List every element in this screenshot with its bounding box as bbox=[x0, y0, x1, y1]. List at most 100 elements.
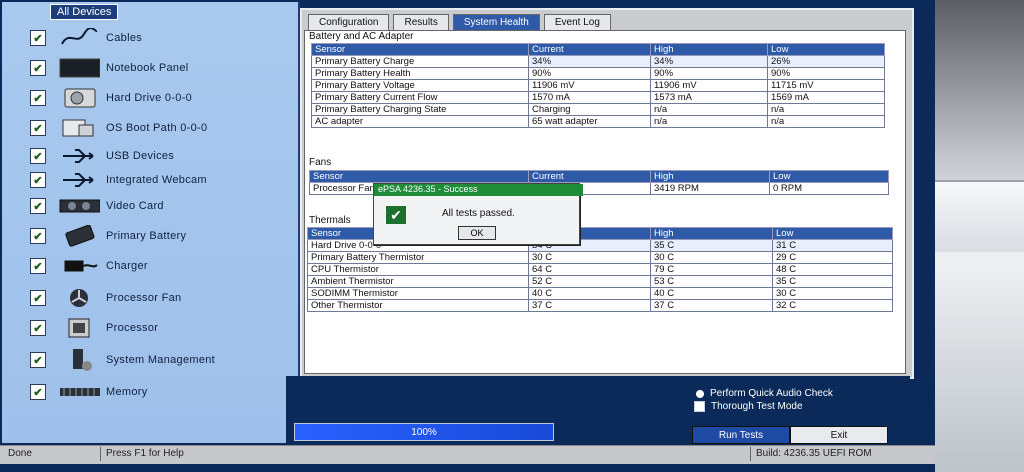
sidebar-item-label: Processor Fan bbox=[106, 292, 182, 304]
table-cell: 90% bbox=[528, 67, 651, 80]
sidebar-item-hard-drive[interactable]: ✔ Hard Drive 0-0-0 bbox=[2, 84, 298, 112]
table-row: Primary Battery Charge 34% 34% 26% bbox=[311, 55, 885, 68]
table-cell: 29 C bbox=[772, 251, 893, 264]
battery-section-title: Battery and AC Adapter bbox=[309, 31, 414, 42]
table-cell: Ambient Thermistor bbox=[307, 275, 529, 288]
table-cell: n/a bbox=[650, 115, 768, 128]
table-cell: 32 C bbox=[772, 299, 893, 312]
checkbox[interactable]: ✔ bbox=[30, 198, 46, 214]
help-text: Press F1 for Help bbox=[106, 448, 184, 459]
sidebar-item-processor[interactable]: ✔ Processor bbox=[2, 314, 298, 342]
boot-path-icon bbox=[58, 117, 100, 139]
charger-icon bbox=[58, 255, 100, 277]
success-dialog: ePSA 4236.35 - Success ✔ All tests passe… bbox=[373, 183, 583, 245]
table-cell: 0 RPM bbox=[769, 182, 889, 195]
status-text: Done bbox=[8, 448, 32, 459]
table-cell: Primary Battery Current Flow bbox=[311, 91, 529, 104]
tab-results[interactable]: Results bbox=[393, 14, 449, 30]
table-cell: 37 C bbox=[650, 299, 773, 312]
table-cell: 11906 mV bbox=[650, 79, 768, 92]
exit-button[interactable]: Exit bbox=[790, 426, 888, 444]
checkbox[interactable]: ✔ bbox=[30, 30, 46, 46]
tab-configuration[interactable]: Configuration bbox=[308, 14, 390, 30]
table-cell: n/a bbox=[767, 115, 885, 128]
table-cell: Charging bbox=[528, 103, 651, 116]
table-row: Other Thermistor 37 C 37 C 32 C bbox=[307, 299, 893, 312]
table-cell: Primary Battery Charge bbox=[311, 55, 529, 68]
sidebar-item-memory[interactable]: ✔ Memory bbox=[2, 378, 298, 406]
checkbox[interactable]: ✔ bbox=[30, 258, 46, 274]
tab-system-health[interactable]: System Health bbox=[452, 14, 540, 30]
dialog-title: ePSA 4236.35 - Success bbox=[374, 184, 583, 196]
table-cell: n/a bbox=[650, 103, 768, 116]
table-cell: 3419 RPM bbox=[650, 182, 770, 195]
table-cell: CPU Thermistor bbox=[307, 263, 529, 276]
tab-event-log[interactable]: Event Log bbox=[543, 14, 611, 30]
check-icon: ✔ bbox=[386, 206, 406, 224]
hard-drive-icon bbox=[58, 87, 100, 109]
diagnostics-screen: All Devices ✔ Cables ✔ Notebook Panel ✔ … bbox=[0, 0, 935, 472]
sidebar-item-cables[interactable]: ✔ Cables bbox=[2, 24, 298, 52]
sidebar-item-processor-fan[interactable]: ✔ Processor Fan bbox=[2, 284, 298, 312]
checkbox[interactable]: ✔ bbox=[30, 172, 46, 188]
ok-button[interactable]: OK bbox=[458, 226, 496, 240]
checkbox[interactable]: ✔ bbox=[30, 90, 46, 106]
table-cell: 30 C bbox=[772, 287, 893, 300]
radio-button[interactable] bbox=[696, 389, 704, 398]
fan-icon bbox=[58, 287, 100, 309]
progress-label: 100% bbox=[411, 426, 437, 438]
build-info: Build: 4236.35 UEFI ROM bbox=[756, 448, 872, 459]
status-divider bbox=[750, 447, 751, 461]
checkbox[interactable]: ✔ bbox=[30, 320, 46, 336]
checkbox[interactable]: ✔ bbox=[30, 148, 46, 164]
table-cell: 34% bbox=[528, 55, 651, 68]
table-cell: 1570 mA bbox=[528, 91, 651, 104]
thermals-section-title: Thermals bbox=[309, 215, 351, 226]
table-cell: 37 C bbox=[528, 299, 651, 312]
memory-icon bbox=[58, 381, 100, 403]
sidebar-item-notebook-panel[interactable]: ✔ Notebook Panel bbox=[2, 54, 298, 82]
run-tests-button[interactable]: Run Tests bbox=[692, 426, 790, 444]
table-cell: Primary Battery Thermistor bbox=[307, 251, 529, 264]
sidebar-title: All Devices bbox=[50, 4, 119, 20]
quick-audio-label: Perform Quick Audio Check bbox=[710, 388, 833, 399]
sidebar-item-label: Primary Battery bbox=[106, 230, 187, 242]
sidebar-item-os-boot-path[interactable]: ✔ OS Boot Path 0-0-0 bbox=[2, 114, 298, 142]
table-header: Low bbox=[767, 43, 885, 56]
checkbox[interactable]: ✔ bbox=[30, 228, 46, 244]
table-header: Low bbox=[772, 227, 893, 240]
thorough-test-option[interactable]: Thorough Test Mode bbox=[694, 401, 803, 412]
checkbox[interactable]: ✔ bbox=[30, 290, 46, 306]
checkbox[interactable]: ✔ bbox=[30, 60, 46, 76]
sidebar-item-primary-battery[interactable]: ✔ Primary Battery bbox=[2, 222, 298, 250]
table-cell: 48 C bbox=[772, 263, 893, 276]
checkbox[interactable]: ✔ bbox=[30, 384, 46, 400]
checkbox[interactable]: ✔ bbox=[30, 120, 46, 136]
table-header: Low bbox=[769, 170, 889, 183]
processor-icon bbox=[58, 317, 100, 339]
table-cell: AC adapter bbox=[311, 115, 529, 128]
quick-audio-option[interactable]: Perform Quick Audio Check bbox=[696, 388, 833, 399]
checkbox[interactable]: ✔ bbox=[30, 352, 46, 368]
sidebar-item-integrated-webcam[interactable]: ✔ Integrated Webcam bbox=[2, 166, 298, 194]
sidebar-item-charger[interactable]: ✔ Charger bbox=[2, 252, 298, 280]
table-row: Primary Battery Charging State Charging … bbox=[311, 103, 885, 116]
table-cell: 1569 mA bbox=[767, 91, 885, 104]
sidebar-item-label: USB Devices bbox=[106, 150, 175, 162]
table-header: High bbox=[650, 227, 773, 240]
table-row: CPU Thermistor 64 C 79 C 48 C bbox=[307, 263, 893, 276]
table-cell: Primary Battery Health bbox=[311, 67, 529, 80]
table-cell: 40 C bbox=[528, 287, 651, 300]
table-cell: Primary Battery Charging State bbox=[311, 103, 529, 116]
sidebar-item-label: Charger bbox=[106, 260, 148, 272]
thorough-checkbox[interactable] bbox=[694, 401, 705, 412]
video-card-icon bbox=[58, 195, 100, 217]
table-header: Sensor bbox=[309, 170, 529, 183]
table-cell: 79 C bbox=[650, 263, 773, 276]
sidebar-item-system-management[interactable]: ✔ System Management bbox=[2, 346, 298, 374]
table-header: Current bbox=[528, 170, 651, 183]
table-row: Primary Battery Thermistor 30 C 30 C 29 … bbox=[307, 251, 893, 264]
table-cell: 35 C bbox=[650, 239, 773, 252]
sidebar-item-video-card[interactable]: ✔ Video Card bbox=[2, 192, 298, 220]
sidebar-item-label: Hard Drive 0-0-0 bbox=[106, 92, 193, 104]
